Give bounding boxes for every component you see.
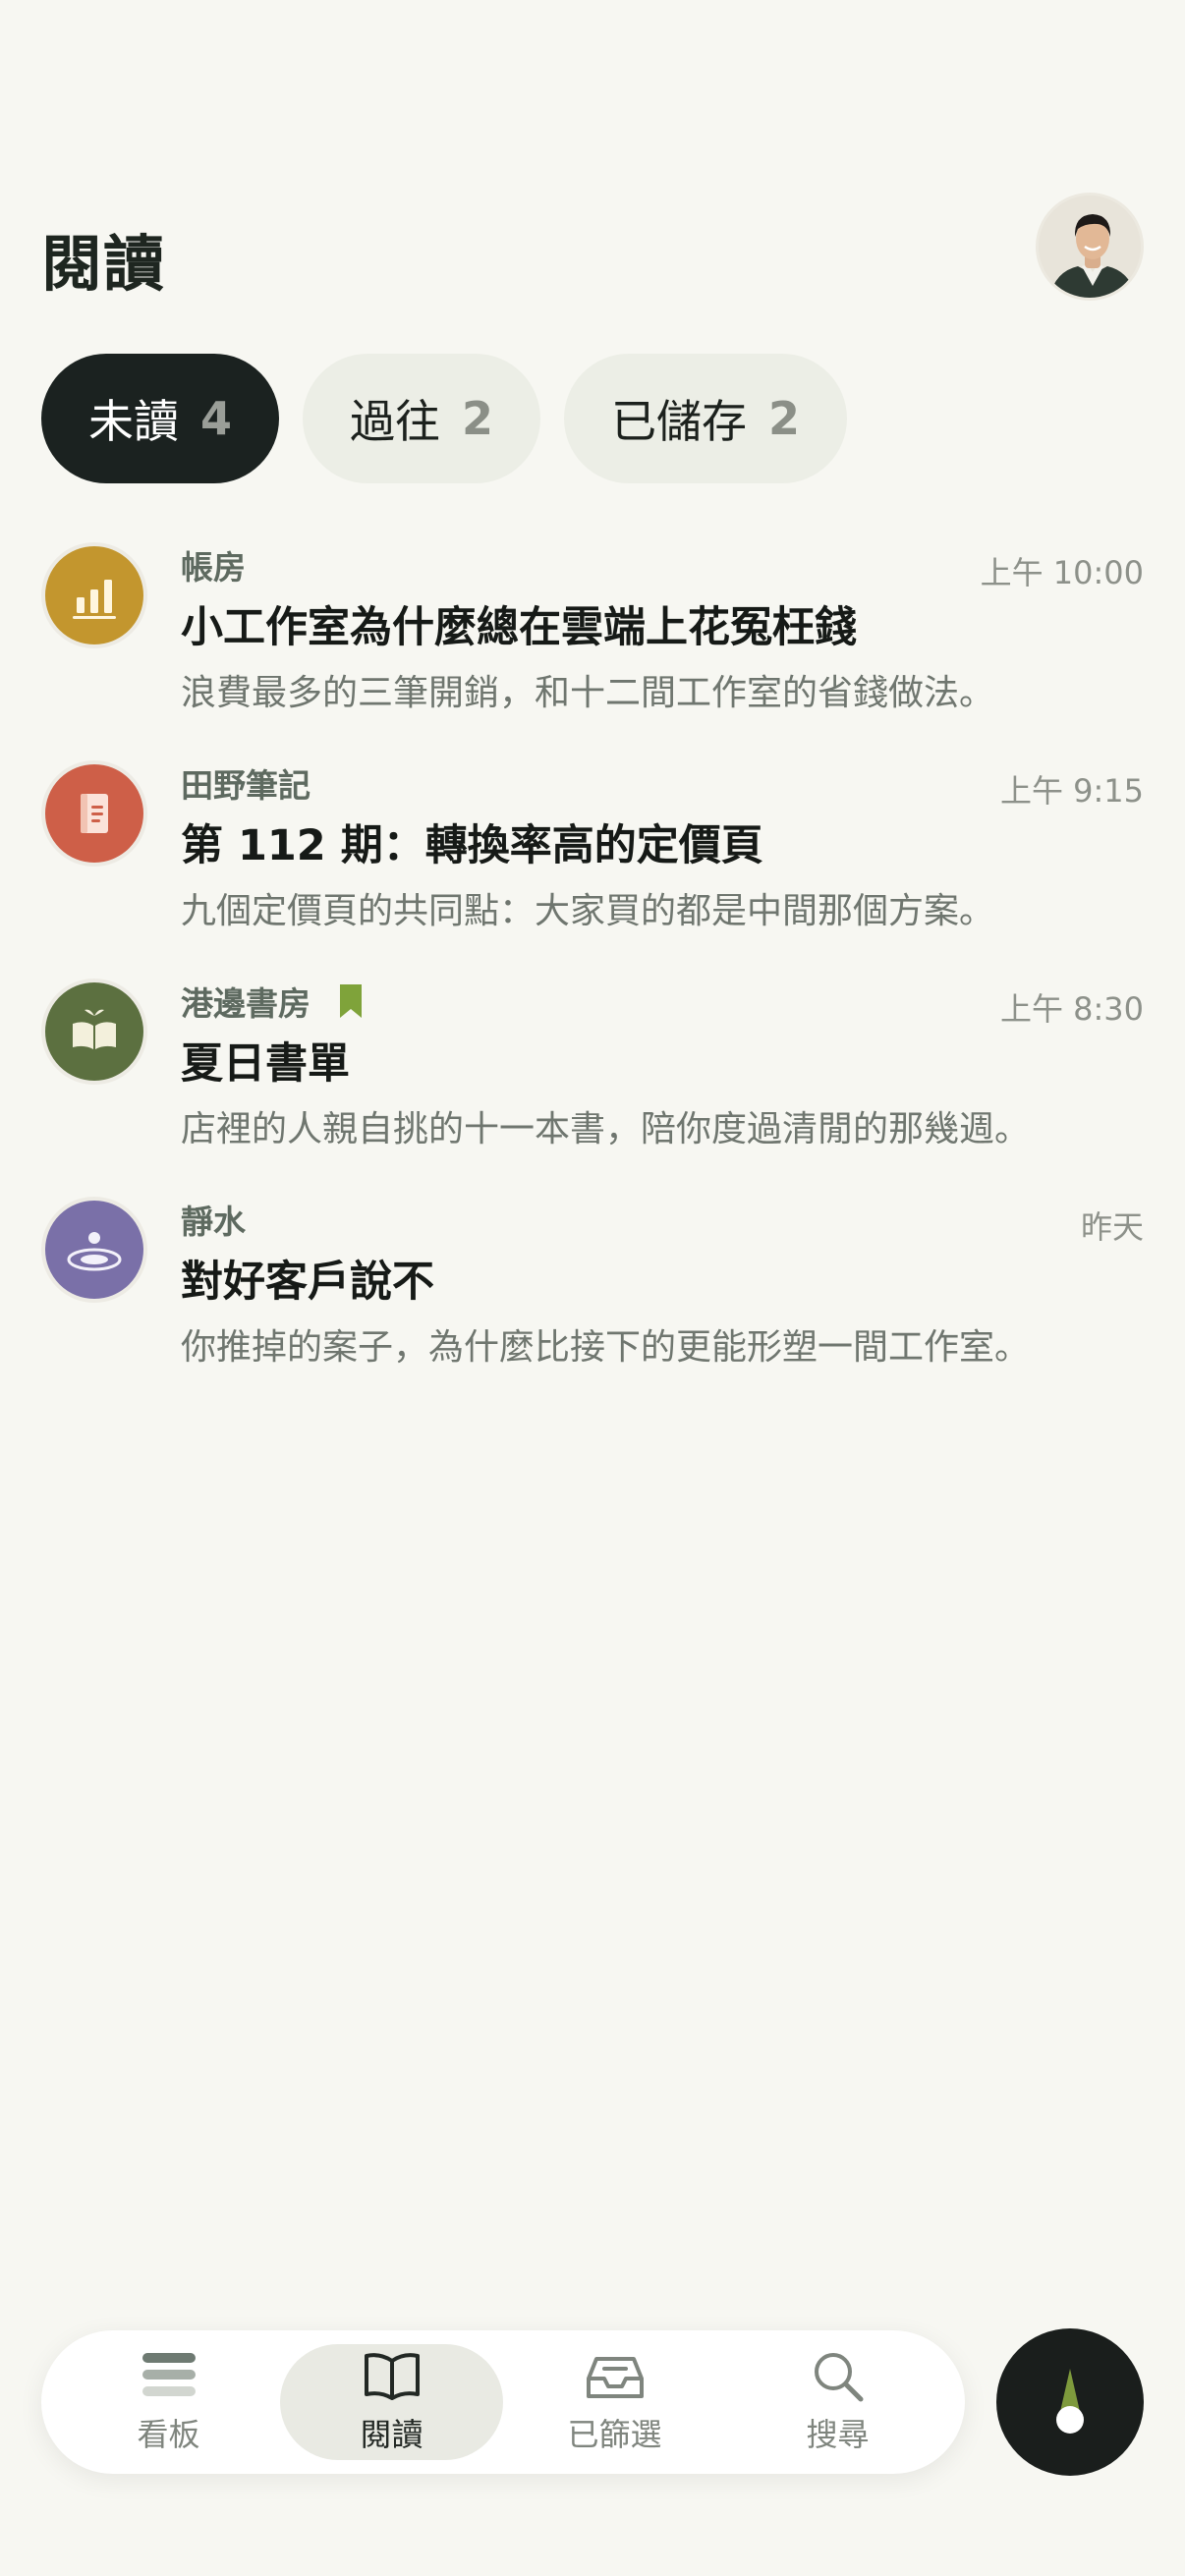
open-book-icon — [73, 1009, 116, 1049]
item-time: 上午 8:30 — [999, 990, 1144, 1028]
inbox-icon — [585, 2349, 646, 2404]
source-row: 帳房 上午 10:00 — [181, 542, 1144, 591]
nav-item-screened[interactable]: 已篩選 — [503, 2344, 726, 2460]
source-avatar — [41, 542, 147, 648]
tab-count: 4 — [200, 392, 233, 445]
item-content: 靜水 昨天 對好客戶說不 你推掉的案子，為什麼比接下的更能形塑一間工作室。 — [181, 1197, 1144, 1370]
nav-label: 已篩選 — [567, 2416, 662, 2453]
nav-item-search[interactable]: 搜尋 — [726, 2344, 949, 2460]
tab-count: 2 — [462, 392, 494, 445]
item-content: 帳房 上午 10:00 小工作室為什麼總在雲端上花冤枉錢 浪費最多的三筆開銷，和… — [181, 542, 1144, 715]
source-avatar — [41, 979, 147, 1085]
compass-needle-icon — [1056, 2369, 1084, 2434]
nav-item-board[interactable]: 看板 — [57, 2344, 280, 2460]
item-summary: 九個定價頁的共同點：大家買的都是中間那個方案。 — [181, 891, 995, 931]
profile-photo-icon — [1039, 196, 1141, 298]
list-item[interactable]: 靜水 昨天 對好客戶說不 你推掉的案子，為什麼比接下的更能形塑一間工作室。 — [41, 1197, 1144, 1415]
header: 閱讀 — [41, 193, 1144, 310]
source-name: 帳房 — [181, 548, 246, 587]
bottom-nav: 看板 閱讀 已篩選 搜尋 — [41, 2330, 965, 2474]
bookmark-icon[interactable] — [340, 984, 362, 1018]
source-avatar — [41, 760, 147, 867]
list-item[interactable]: 帳房 上午 10:00 小工作室為什麼總在雲端上花冤枉錢 浪費最多的三筆開銷，和… — [41, 542, 1144, 760]
item-time: 上午 9:15 — [999, 772, 1144, 810]
item-summary: 浪費最多的三筆開銷，和十二間工作室的省錢做法。 — [181, 673, 995, 713]
item-summary: 店裡的人親自挑的十一本書，陪你度過清閒的那幾週。 — [181, 1109, 1031, 1149]
tab-label: 未讀 — [88, 395, 179, 448]
item-time: 昨天 — [1080, 1208, 1144, 1246]
item-title: 夏日書單 — [181, 1039, 350, 1089]
source-avatar — [41, 1197, 147, 1303]
item-title: 對好客戶說不 — [181, 1258, 434, 1307]
source-name: 港邊書房 — [181, 984, 310, 1023]
source-name: 靜水 — [181, 1203, 246, 1241]
bar-chart-icon — [73, 580, 116, 619]
source-row: 田野筆記 上午 9:15 — [181, 760, 1144, 810]
nav-label: 看板 — [137, 2416, 200, 2453]
item-content: 田野筆記 上午 9:15 第 112 期：轉換率高的定價頁 九個定價頁的共同點：… — [181, 760, 1144, 933]
source-name: 田野筆記 — [181, 766, 310, 805]
ripple-icon — [67, 1232, 122, 1271]
feed-list: 帳房 上午 10:00 小工作室為什麼總在雲端上花冤枉錢 浪費最多的三筆開銷，和… — [41, 542, 1144, 1415]
nav-label: 搜尋 — [806, 2416, 870, 2453]
nav-label: 閱讀 — [360, 2416, 423, 2453]
item-content: 港邊書房 上午 8:30 夏日書單 店裡的人親自挑的十一本書，陪你度過清閒的那幾… — [181, 979, 1144, 1151]
tab-count: 2 — [768, 392, 801, 445]
nav-item-reading[interactable]: 閱讀 — [280, 2344, 503, 2460]
filter-tabs: 未讀 4 過往 2 已儲存 2 — [41, 354, 848, 483]
compass-button[interactable] — [996, 2328, 1144, 2476]
item-summary: 你推掉的案子，為什麼比接下的更能形塑一間工作室。 — [181, 1327, 1031, 1368]
list-item[interactable]: 田野筆記 上午 9:15 第 112 期：轉換率高的定價頁 九個定價頁的共同點：… — [41, 760, 1144, 979]
search-icon — [811, 2349, 866, 2404]
list-item[interactable]: 港邊書房 上午 8:30 夏日書單 店裡的人親自挑的十一本書，陪你度過清閒的那幾… — [41, 979, 1144, 1197]
tab-label: 已儲存 — [611, 395, 748, 448]
item-title: 第 112 期：轉換率高的定價頁 — [181, 821, 763, 870]
book-icon — [363, 2349, 422, 2404]
item-time: 上午 10:00 — [980, 554, 1144, 591]
tab-past[interactable]: 過往 2 — [303, 354, 541, 483]
source-row: 靜水 昨天 — [181, 1197, 1144, 1246]
source-row: 港邊書房 上午 8:30 — [181, 979, 1144, 1028]
tab-saved[interactable]: 已儲存 2 — [564, 354, 848, 483]
item-title: 小工作室為什麼總在雲端上花冤枉錢 — [181, 603, 857, 652]
avatar[interactable] — [1036, 193, 1144, 301]
page-title: 閱讀 — [41, 228, 166, 300]
notebook-icon — [81, 794, 108, 833]
tab-unread[interactable]: 未讀 4 — [41, 354, 280, 483]
stack-icon — [141, 2349, 198, 2404]
tab-label: 過往 — [350, 395, 441, 448]
